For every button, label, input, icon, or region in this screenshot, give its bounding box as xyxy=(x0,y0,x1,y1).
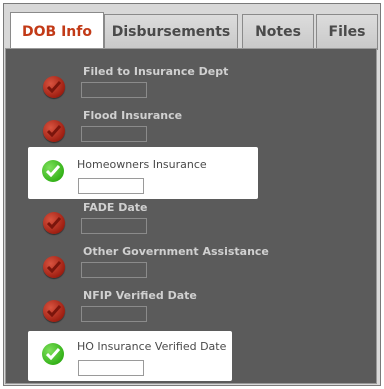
field-row-flood-insurance: Flood Insurance xyxy=(33,103,378,148)
field-label: Homeowners Insurance xyxy=(77,158,207,171)
field-label: Other Government Assistance xyxy=(83,245,269,258)
field-label: NFIP Verified Date xyxy=(83,289,197,302)
field-row-ho-insurance-verified-date: HO Insurance Verified Date xyxy=(28,331,232,381)
homeowners-insurance-input[interactable] xyxy=(78,178,144,194)
tab-notes[interactable]: Notes xyxy=(242,14,314,50)
tab-files[interactable]: Files xyxy=(316,14,378,50)
tab-disbursements[interactable]: Disbursements xyxy=(104,14,238,50)
complete-status-icon xyxy=(42,160,64,182)
nfip-verified-date-input[interactable] xyxy=(81,306,147,322)
field-label: Flood Insurance xyxy=(83,109,183,122)
fade-date-input[interactable] xyxy=(81,218,147,234)
field-row-homeowners-insurance: Homeowners Insurance xyxy=(28,147,258,199)
incomplete-status-icon xyxy=(43,76,65,98)
ho-insurance-verified-date-input[interactable] xyxy=(78,360,144,376)
incomplete-status-icon xyxy=(43,212,65,234)
field-row-filed-to-insurance-dept: Filed to Insurance Dept xyxy=(33,59,378,104)
other-government-assistance-input[interactable] xyxy=(81,262,147,278)
field-row-other-government-assistance: Other Government Assistance xyxy=(33,239,378,284)
tab-bar: DOB Info Disbursements Notes Files xyxy=(4,4,379,52)
filed-to-insurance-dept-input[interactable] xyxy=(81,82,147,98)
complete-status-icon xyxy=(42,343,64,365)
field-row-fade-date: FADE Date xyxy=(33,195,378,240)
dob-info-panel: Filed to Insurance Dept Flood Insurance … xyxy=(5,48,377,384)
field-label: Filed to Insurance Dept xyxy=(83,65,229,78)
incomplete-status-icon xyxy=(43,256,65,278)
flood-insurance-input[interactable] xyxy=(81,126,147,142)
incomplete-status-icon xyxy=(43,120,65,142)
tab-dob-info[interactable]: DOB Info xyxy=(10,12,104,52)
field-label: HO Insurance Verified Date xyxy=(77,340,227,353)
field-row-nfip-verified-date: NFIP Verified Date xyxy=(33,283,378,328)
incomplete-status-icon xyxy=(43,300,65,322)
field-label: FADE Date xyxy=(83,201,148,214)
